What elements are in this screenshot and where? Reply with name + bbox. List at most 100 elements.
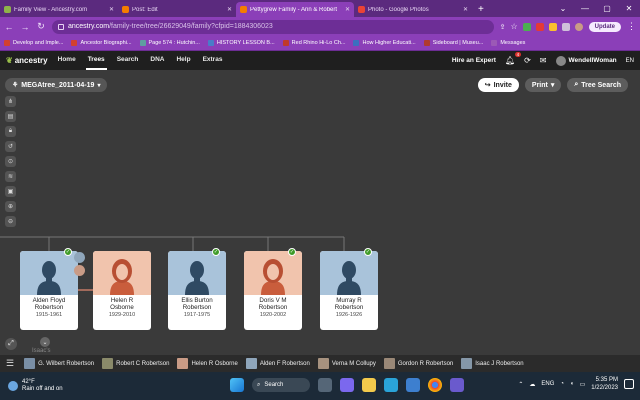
bookmark-item[interactable]: How Higher Educati... bbox=[353, 40, 416, 46]
photo-icon[interactable]: ▣ bbox=[5, 186, 16, 197]
battery-icon[interactable]: ▭ bbox=[580, 381, 586, 388]
extension-icon[interactable] bbox=[548, 22, 557, 31]
clock[interactable]: 5:35 PM 1/22/2023 bbox=[591, 376, 618, 392]
language-selector[interactable]: EN bbox=[626, 58, 634, 64]
maximize-button[interactable]: ▢ bbox=[596, 0, 618, 17]
bookmark-item[interactable]: Red Rhino Hi-Lo Ch... bbox=[282, 40, 345, 46]
close-icon[interactable]: ✕ bbox=[227, 6, 232, 13]
recent-person[interactable]: Gordon R Robertson bbox=[383, 358, 453, 369]
bookmark-item[interactable]: Messages bbox=[491, 40, 525, 46]
file-explorer-icon[interactable] bbox=[362, 378, 376, 392]
extension-icon[interactable] bbox=[535, 22, 544, 31]
tree-selector[interactable]: ⚘ MEGAtree_2011-04-19 ▾ bbox=[5, 78, 108, 92]
lang-indicator[interactable]: ENG bbox=[541, 381, 554, 387]
recent-person[interactable]: G. Wilbert Robertson bbox=[24, 358, 94, 369]
browser-tab[interactable]: Photo - Google Photos ✕ bbox=[354, 2, 472, 17]
lock-icon[interactable]: 🔒︎ bbox=[5, 126, 16, 137]
hire-expert-link[interactable]: Hire an Expert bbox=[452, 57, 496, 64]
taskbar-search[interactable]: ⌕ Search bbox=[252, 378, 310, 392]
spouse-avatar[interactable] bbox=[74, 265, 85, 276]
extension-icon[interactable] bbox=[522, 22, 531, 31]
person-card[interactable]: Murray R Robertson 1926-1926 bbox=[320, 251, 378, 330]
new-tab-button[interactable]: + bbox=[478, 2, 484, 17]
share-icon[interactable]: ⇪ bbox=[500, 23, 506, 31]
recent-person[interactable]: Helen R Osborne bbox=[177, 358, 238, 369]
center-icon[interactable]: ⊙ bbox=[5, 156, 16, 167]
pedigree-icon[interactable]: ▤ bbox=[5, 111, 16, 122]
zoom-in-icon[interactable]: ⊕ bbox=[5, 201, 16, 212]
update-button[interactable]: Update bbox=[588, 21, 621, 32]
ancestry-logo[interactable]: ❦ ancestry bbox=[6, 56, 48, 65]
recent-person[interactable]: Robert C Robertson bbox=[102, 358, 169, 369]
recent-person[interactable]: Isaac J Robertson bbox=[461, 358, 524, 369]
hint-leaf-icon[interactable]: ✓ bbox=[64, 248, 72, 256]
app-icon[interactable] bbox=[450, 378, 464, 392]
edge-icon[interactable] bbox=[384, 378, 398, 392]
bookmark-icon bbox=[71, 40, 78, 46]
person-card[interactable]: Alden Floyd Robertson 1915-1961 bbox=[20, 251, 78, 330]
reload-button[interactable]: ↻ bbox=[36, 21, 46, 32]
weather-widget[interactable]: 42°F Rain off and on bbox=[0, 379, 63, 393]
kebab-menu-icon[interactable]: ⋮ bbox=[627, 21, 636, 32]
forward-button[interactable]: → bbox=[20, 22, 30, 32]
close-icon[interactable]: ✕ bbox=[109, 6, 114, 13]
bookmark-item[interactable]: Ancestor Biographi... bbox=[71, 40, 132, 46]
start-icon[interactable] bbox=[230, 378, 244, 392]
close-icon[interactable]: ✕ bbox=[345, 6, 350, 13]
nav-dna[interactable]: DNA bbox=[148, 51, 166, 70]
bookmark-item[interactable]: Develop and Imple... bbox=[4, 40, 63, 46]
tree-search-button[interactable]: ⌕ Tree Search bbox=[567, 78, 628, 92]
onedrive-icon[interactable]: ☁ bbox=[529, 381, 535, 388]
puzzle-icon[interactable] bbox=[561, 22, 570, 31]
task-view-icon[interactable] bbox=[318, 378, 332, 392]
bookmark-item[interactable]: Page 574 : Hutchin... bbox=[139, 40, 200, 46]
person-card[interactable]: Ellis Burton Robertson 1917-1975 bbox=[168, 251, 226, 330]
wifi-icon[interactable]: ◔ bbox=[560, 381, 564, 387]
url-field[interactable]: ancestry.com/family-tree/tree/26629049/f… bbox=[52, 19, 494, 34]
nav-home[interactable]: Home bbox=[56, 51, 78, 70]
menu-icon[interactable]: ☰ bbox=[6, 358, 14, 369]
teams-icon[interactable] bbox=[340, 378, 354, 392]
profile-avatar[interactable] bbox=[574, 22, 583, 31]
hint-leaf-icon[interactable]: ⟳ bbox=[524, 56, 531, 65]
close-icon[interactable]: ✕ bbox=[463, 6, 468, 13]
nav-search[interactable]: Search bbox=[115, 51, 141, 70]
invite-button[interactable]: ↪ Invite bbox=[477, 78, 519, 92]
tree-view-icon[interactable]: ⋔ bbox=[5, 96, 16, 107]
layers-icon[interactable]: ≋ bbox=[5, 171, 16, 182]
user-menu[interactable]: WendellWoman bbox=[555, 55, 617, 66]
bookmark-item[interactable]: HISTORY LESSON B... bbox=[207, 40, 275, 46]
spouse-avatar[interactable] bbox=[74, 252, 85, 263]
notification-icon[interactable] bbox=[624, 379, 634, 389]
hint-leaf-icon[interactable]: ✓ bbox=[288, 248, 296, 256]
person-card[interactable]: Helen R Osborne 1929-2010 bbox=[93, 251, 151, 330]
bell-icon[interactable]: 🔔︎ 4 bbox=[505, 52, 522, 65]
star-icon[interactable]: ☆ bbox=[510, 22, 517, 31]
zoom-out-icon[interactable]: ⊖ bbox=[5, 216, 16, 227]
person-card[interactable]: Doris V M Robertson 1920-2002 bbox=[244, 251, 302, 330]
chevron-up-icon[interactable]: ⌃ bbox=[518, 381, 523, 388]
chrome-icon[interactable] bbox=[428, 378, 442, 392]
recent-person[interactable]: Alden F Robertson bbox=[245, 358, 310, 369]
back-button[interactable]: ← bbox=[4, 22, 14, 32]
rotate-icon[interactable]: ↺ bbox=[5, 141, 16, 152]
volume-icon[interactable]: ◖ bbox=[570, 381, 574, 387]
fullscreen-icon[interactable]: ⤢ bbox=[5, 338, 17, 350]
nav-trees[interactable]: Trees bbox=[85, 51, 107, 70]
minimize-button[interactable]: — bbox=[574, 0, 596, 17]
close-window-button[interactable]: ✕ bbox=[618, 0, 640, 17]
hint-leaf-icon[interactable]: ✓ bbox=[364, 248, 372, 256]
browser-tab[interactable]: Pettygrew Family - Ann & Robert ✕ bbox=[236, 2, 354, 17]
chevron-down-icon[interactable]: ⌄ bbox=[40, 337, 50, 347]
recent-person[interactable]: Verna M Collupy bbox=[317, 358, 376, 369]
browser-tab[interactable]: Post: Edit ✕ bbox=[118, 2, 236, 17]
message-icon[interactable]: ✉ bbox=[540, 56, 547, 65]
hint-leaf-icon[interactable]: ✓ bbox=[212, 248, 220, 256]
store-icon[interactable] bbox=[406, 378, 420, 392]
chevron-down-icon[interactable]: ⌄ bbox=[552, 0, 574, 17]
nav-help[interactable]: Help bbox=[174, 51, 192, 70]
browser-tab[interactable]: Family View - Ancestry.com ✕ bbox=[0, 2, 118, 17]
nav-extras[interactable]: Extras bbox=[201, 51, 225, 70]
bookmark-item[interactable]: Sideboard | Museu... bbox=[423, 40, 483, 46]
print-button[interactable]: Print ▾ bbox=[524, 78, 562, 92]
